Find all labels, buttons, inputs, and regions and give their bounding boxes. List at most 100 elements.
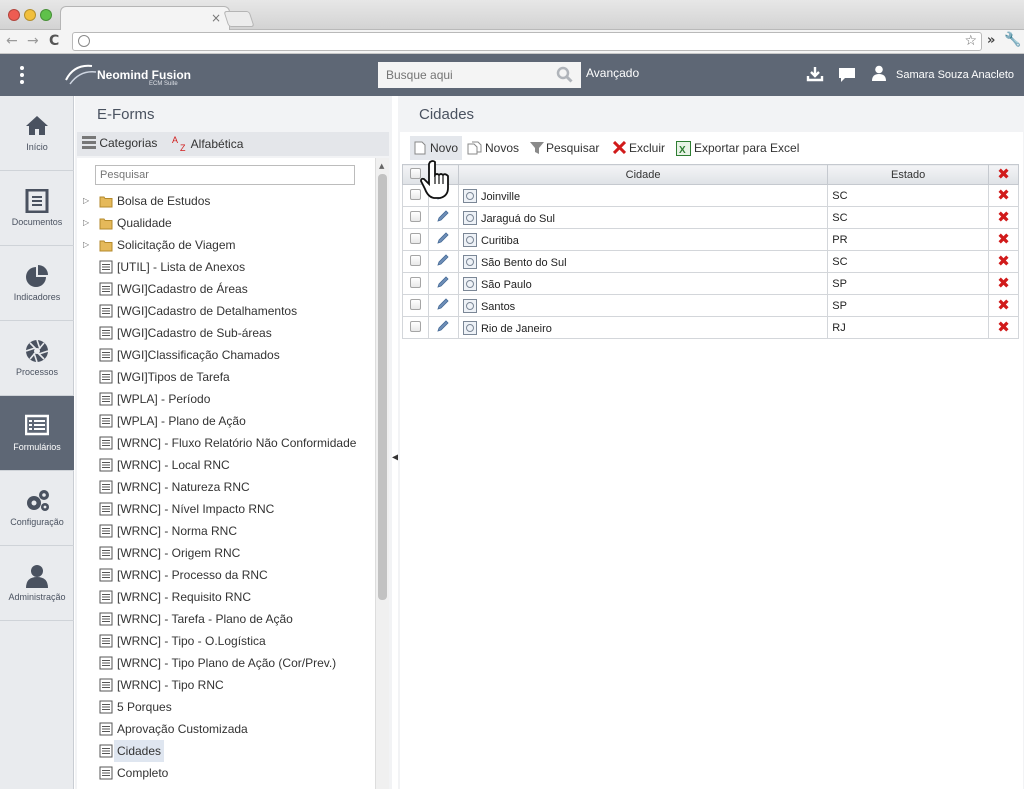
estado-cell[interactable]: SC [827, 206, 990, 229]
tree-form-item[interactable]: [WRNC] - Local RNC [77, 454, 375, 476]
nav-item-administracao[interactable]: Administração [0, 546, 74, 621]
row-delete-icon[interactable]: ✖ [997, 252, 1010, 270]
cidade-cell[interactable]: Joinville [457, 184, 829, 207]
table-row[interactable]: São Bento do Sul SC ✖ [402, 250, 1019, 273]
row-delete-icon[interactable]: ✖ [997, 318, 1010, 336]
address-bar[interactable]: ☆ [72, 32, 982, 51]
new-tab-button[interactable] [223, 11, 255, 27]
tree-form-item[interactable]: [WGI]Classificação Chamados [77, 344, 375, 366]
tree-folder-item[interactable]: ▷ Bolsa de Estudos [77, 190, 375, 212]
novos-button[interactable]: Novos [467, 136, 525, 160]
tree-form-item[interactable]: [WPLA] - Período [77, 388, 375, 410]
table-row[interactable]: Rio de Janeiro RJ ✖ [402, 316, 1019, 339]
record-icon[interactable] [462, 320, 477, 335]
tab-categorias[interactable]: Categorias [82, 135, 157, 150]
pencil-icon[interactable] [436, 253, 450, 267]
user-name[interactable]: Samara Souza Anacleto [896, 69, 1014, 81]
tree-form-item[interactable]: Aprovação Customizada [77, 718, 375, 740]
tab-close-icon[interactable]: × [211, 11, 221, 25]
row-delete-icon[interactable]: ✖ [997, 186, 1010, 204]
search-input[interactable] [378, 62, 553, 88]
tree-form-item[interactable]: [WRNC] - Fluxo Relatório Não Conformidad… [77, 432, 375, 454]
back-arrow-icon[interactable]: ← [6, 33, 18, 49]
pencil-icon[interactable] [436, 275, 450, 289]
nav-item-formularios[interactable]: Formulários [0, 396, 74, 471]
table-row[interactable]: Jaraguá do Sul SC ✖ [402, 206, 1019, 229]
search-icon[interactable] [556, 66, 573, 83]
nav-item-processos[interactable]: Processos [0, 321, 74, 396]
estado-cell[interactable]: SC [827, 250, 990, 273]
reload-icon[interactable]: C [49, 33, 59, 49]
extensions-icon[interactable]: » [987, 33, 995, 48]
record-icon[interactable] [462, 232, 477, 247]
cidade-cell[interactable]: São Bento do Sul [457, 250, 829, 273]
expand-arrow-icon[interactable]: ▷ [83, 190, 89, 212]
chat-icon[interactable] [838, 67, 856, 83]
row-delete-icon[interactable]: ✖ [997, 296, 1010, 314]
tree-form-item[interactable]: [UTIL] - Lista de Anexos [77, 256, 375, 278]
delete-all-header[interactable]: ✖ [988, 164, 1019, 185]
row-checkbox[interactable] [409, 254, 421, 266]
pencil-icon[interactable] [436, 319, 450, 333]
advanced-search-link[interactable]: Avançado [586, 66, 639, 80]
scrollbar-thumb[interactable] [378, 174, 387, 600]
cidade-cell[interactable]: Jaraguá do Sul [457, 206, 829, 229]
row-delete-icon[interactable]: ✖ [997, 230, 1010, 248]
row-delete-icon[interactable]: ✖ [997, 274, 1010, 292]
tree-form-item[interactable]: Cidades [77, 740, 375, 762]
record-icon[interactable] [462, 210, 477, 225]
record-icon[interactable] [462, 276, 477, 291]
tree-form-item[interactable]: [WRNC] - Tipo - O.Logística [77, 630, 375, 652]
record-icon[interactable] [462, 298, 477, 313]
delete-all-icon[interactable]: ✖ [997, 165, 1010, 183]
expand-arrow-icon[interactable]: ▷ [83, 212, 89, 234]
expand-arrow-icon[interactable]: ▷ [83, 234, 89, 256]
exportar-excel-button[interactable]: X Exportar para Excel [676, 136, 806, 160]
tree-form-item[interactable]: [WRNC] - Requisito RNC [77, 586, 375, 608]
nav-item-indicadores[interactable]: Indicadores [0, 246, 74, 321]
tree-form-item[interactable]: [WRNC] - Tipo Plano de Ação (Cor/Prev.) [77, 652, 375, 674]
window-close-button[interactable] [8, 9, 20, 21]
bookmark-star-icon[interactable]: ☆ [964, 33, 977, 49]
wrench-icon[interactable]: 🔧 [1004, 32, 1021, 48]
novo-button[interactable]: Novo [410, 136, 462, 160]
nav-item-inicio[interactable]: Início [0, 96, 74, 171]
row-delete-icon[interactable]: ✖ [997, 208, 1010, 226]
tree-form-item[interactable]: 5 Porques [77, 696, 375, 718]
estado-cell[interactable]: PR [827, 228, 990, 251]
cidade-cell[interactable]: Santos [457, 294, 829, 317]
row-checkbox[interactable] [409, 320, 421, 332]
tree-form-item[interactable]: [WRNC] - Tarefa - Plano de Ação [77, 608, 375, 630]
tree-form-item[interactable]: [WRNC] - Nível Impacto RNC [77, 498, 375, 520]
tree-search-input[interactable] [95, 165, 355, 185]
pencil-icon[interactable] [436, 297, 450, 311]
download-icon[interactable] [806, 66, 824, 82]
tree-form-item[interactable]: [WRNC] - Norma RNC [77, 520, 375, 542]
estado-cell[interactable]: SC [827, 184, 990, 207]
record-icon[interactable] [462, 254, 477, 269]
tree-form-item[interactable]: [WGI]Tipos de Tarefa [77, 366, 375, 388]
user-icon[interactable] [871, 65, 887, 81]
forward-arrow-icon[interactable]: → [27, 33, 39, 49]
row-checkbox[interactable] [409, 276, 421, 288]
row-checkbox[interactable] [409, 232, 421, 244]
record-icon[interactable] [462, 188, 477, 203]
tree-form-item[interactable]: [WPLA] - Plano de Ação [77, 410, 375, 432]
row-checkbox[interactable] [409, 298, 421, 310]
nav-item-configuracao[interactable]: Configuração [0, 471, 74, 546]
pesquisar-button[interactable]: Pesquisar [530, 136, 610, 160]
nav-item-documentos[interactable]: Documentos [0, 171, 74, 246]
tree-form-item[interactable]: [WRNC] - Origem RNC [77, 542, 375, 564]
tab-alfabetica[interactable]: A Z Alfabética [172, 135, 243, 153]
pencil-icon[interactable] [436, 231, 450, 245]
excluir-button[interactable]: Excluir [613, 136, 673, 160]
scrollbar[interactable]: ▲ [375, 158, 389, 789]
cidade-cell[interactable]: São Paulo [457, 272, 829, 295]
window-minimize-button[interactable] [24, 9, 36, 21]
tree-form-item[interactable]: [WRNC] - Processo da RNC [77, 564, 375, 586]
pencil-icon[interactable] [436, 209, 450, 223]
estado-cell[interactable]: RJ [827, 316, 990, 339]
browser-tab[interactable]: × [60, 6, 230, 31]
tree-form-item[interactable]: [WRNC] - Tipo RNC [77, 674, 375, 696]
table-row[interactable]: Curitiba PR ✖ [402, 228, 1019, 251]
